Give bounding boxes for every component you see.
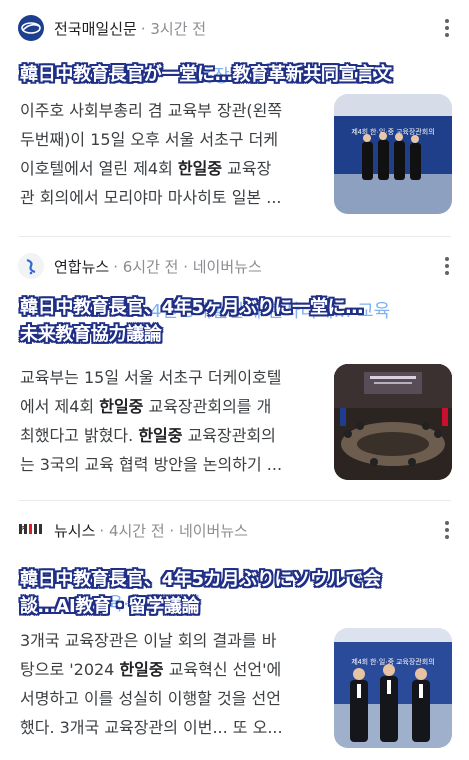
snippet: 3개국 교육장관은 이날 회의 결과를 바 탕으로 '2024 한일중 교육혁신… <box>20 631 283 737</box>
source-name: 뉴시스 <box>54 521 96 540</box>
more-options-icon[interactable] <box>439 518 455 542</box>
snippet: 교육부는 15일 서울 서초구 더케이호텔 에서 제4회 한일중 교육장관회의를… <box>20 368 283 474</box>
source-name: 전국매일신문 <box>54 19 137 38</box>
more-options-icon[interactable] <box>439 254 455 278</box>
source-meta: · 3시간 전 <box>140 19 207 38</box>
more-options-icon[interactable] <box>439 16 455 40</box>
thumbnail-banner-text: 제4회 한·일·중 교육장관회의 <box>351 127 434 136</box>
keyword-highlight: 한일중 <box>177 159 223 178</box>
article-thumbnail[interactable] <box>334 364 452 480</box>
source-meta: · 6시간 전 · 네이버뉴스 <box>113 257 262 276</box>
thumbnail-banner-text: 제4회 한·일·중 교육장관회의 <box>351 657 434 666</box>
headline[interactable]: 韓日中教育長官が一堂に…教育革新共同宣言文 <box>20 61 451 88</box>
keyword-highlight: 한일중 <box>119 660 164 679</box>
keyword-highlight: 한일중 <box>138 426 183 445</box>
jeonguk-maeil-logo-icon <box>18 15 44 41</box>
news-card-3[interactable]: ᅒ 뉴시스 · 4시간 전 · 네이버뉴스 교육·유학 논의 韓日中教育長官、4… <box>0 504 469 760</box>
newsis-logo-icon: ᅒ <box>18 517 44 543</box>
source-row[interactable]: 전국매일신문 · 3시간 전 <box>18 14 206 42</box>
snippet: 이주호 사회부총리 겸 교육부 장관(왼쪽 두번째)이 15일 오후 서울 서초… <box>20 101 283 207</box>
source-row[interactable]: 연합뉴스 · 6시간 전 · 네이버뉴스 <box>18 252 262 280</box>
article-thumbnail[interactable]: 제4회 한·일·중 교육장관회의 <box>334 628 452 748</box>
yonhap-logo-icon <box>18 253 44 279</box>
source-row[interactable]: ᅒ 뉴시스 · 4시간 전 · 네이버뉴스 <box>18 516 248 544</box>
divider <box>18 500 451 501</box>
source-meta: · 4시간 전 · 네이버뉴스 <box>99 521 248 540</box>
news-card-2[interactable]: 연합뉴스 · 6시간 전 · 네이버뉴스 4년 5개월만에 한자리에… 교육 韓… <box>0 240 469 502</box>
source-name: 연합뉴스 <box>54 257 110 276</box>
news-card-1[interactable]: 전국매일신문 · 3시간 전 교육장 韓日中教育長官が一堂に…教育革新共同宣言文… <box>0 0 469 232</box>
divider <box>18 236 451 237</box>
headline[interactable]: 韓日中教育長官、4年5ヶ月ぶりに一堂に… 未来教育協力議論 <box>20 294 451 348</box>
keyword-highlight: 한일중 <box>99 397 144 416</box>
article-thumbnail[interactable]: 제4회 한·일·중 교육장관회의 <box>334 94 452 214</box>
headline[interactable]: 韓日中教育長官、4年5カ月ぶりにソウルで会 談…AI教育・留学議論 <box>20 566 451 620</box>
